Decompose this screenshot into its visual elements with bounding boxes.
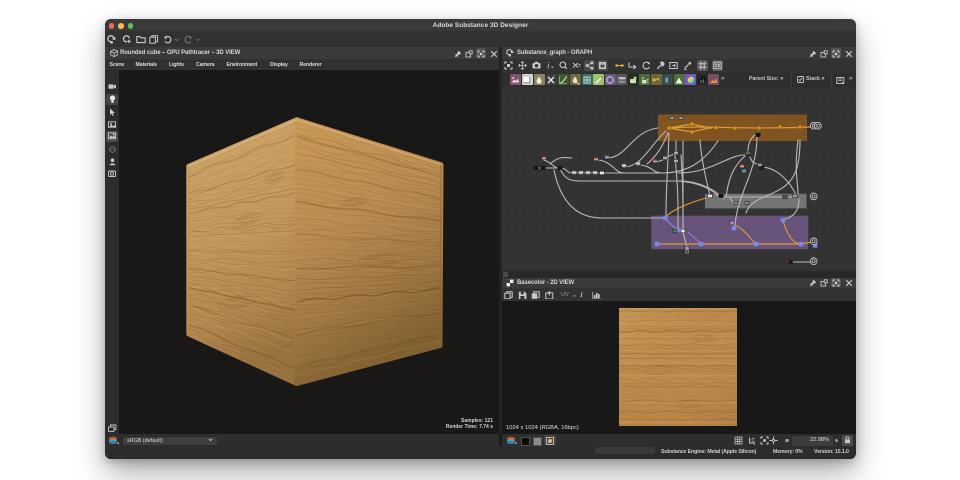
svg-text:s: s — [753, 441, 755, 445]
svg-text:i: i — [547, 61, 550, 70]
svg-text:01: 01 — [700, 79, 706, 84]
